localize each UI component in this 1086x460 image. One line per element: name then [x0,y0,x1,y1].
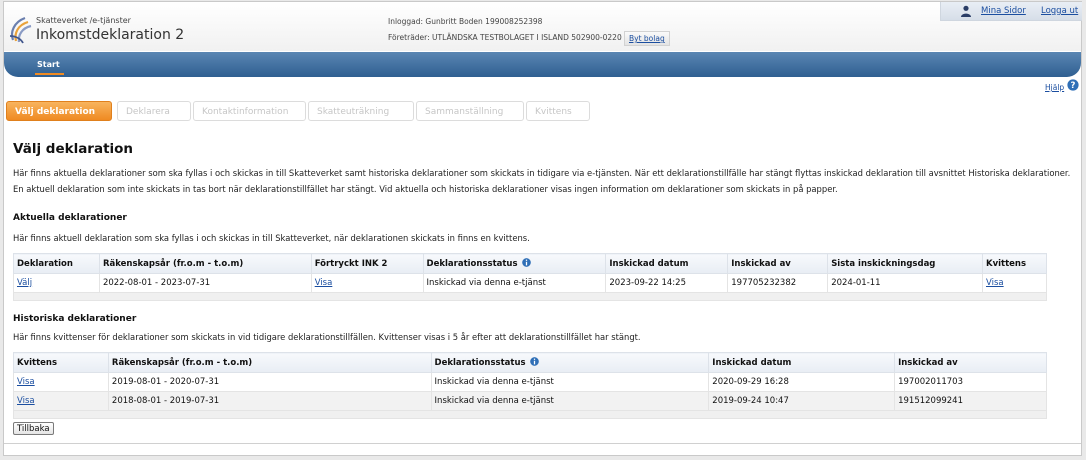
cell: Inskickad via denna e-tjänst [430,391,710,411]
header: Skatteverket /e-tjänster Inkomstdeklarat… [4,2,1082,51]
nav-tab-start[interactable]: Start [37,60,60,69]
page-frame: Skatteverket /e-tjänster Inkomstdeklarat… [3,1,1082,456]
current-section-text: Här finns aktuell deklaration som ska fy… [13,233,530,243]
select-declaration-link[interactable]: Välj [17,278,32,288]
spacer-cell [13,292,1047,301]
cell: 2019-09-24 10:47 [708,391,896,411]
step-kontaktinformation: Kontaktinformation [193,101,306,121]
cell: 197705232382 [727,273,829,293]
historical-section-text: Här finns kvittenser för deklarationer s… [13,332,641,342]
cell: 2024-01-11 [827,273,983,293]
table-spacer-row [13,410,1047,419]
col-header-label: Deklarationsstatus [426,259,518,269]
col-header: Förtryckt INK 2 [310,253,424,274]
col-header: Sista inskickningsdag [827,253,983,274]
cell: 2022-08-01 - 2023-07-31 [98,273,312,293]
col-header: Inskickad av [727,253,829,274]
intro-text: Här finns aktuella deklarationer som ska… [13,168,1071,194]
step-valj-deklaration: Välj deklaration [6,101,112,121]
cell: 197002011703 [894,372,1047,392]
cell: Inskickad via denna e-tjänst [422,273,607,293]
brand-subtitle: Skatteverket /e-tjänster [36,16,131,25]
col-header: Inskickad datum [605,253,729,274]
col-header: Räkenskapsår (fr.o.m - t.o.m) [107,352,432,373]
cell: 2023-09-22 14:25 [605,273,729,293]
app-title: Inkomstdeklaration 2 [36,27,185,43]
footer-divider [4,443,1081,444]
view-receipt-link[interactable]: Visa [17,377,35,387]
cell: 2020-09-29 16:28 [708,372,896,392]
cell: Visa [13,391,109,411]
step-kvittens: Kvittens [526,101,590,121]
table-row: Välj 2022-08-01 - 2023-07-31 Visa Inskic… [13,273,1047,293]
cell: Visa [13,372,109,392]
current-section-title: Aktuella deklarationer [13,213,127,223]
col-header-status: Deklarationsstatus [430,352,710,373]
col-header: Kvittens [13,352,109,373]
page-title: Välj deklaration [13,141,134,157]
user-menu: Mina Sidor Logga ut [940,2,1082,21]
my-pages-link[interactable]: Mina Sidor [981,6,1026,16]
skatteverket-logo-icon [9,16,32,44]
view-receipt-link[interactable]: Visa [986,278,1004,288]
table-row: Visa 2019-08-01 - 2020-07-31 Inskickad v… [13,372,1047,392]
logged-in-info: Inloggad: Gunbritt Boden 199008252398 [388,17,543,26]
historical-declarations-table: Kvittens Räkenskapsår (fr.o.m - t.o.m) D… [13,352,1047,419]
col-header: Inskickad datum [708,352,896,373]
cell: 2018-08-01 - 2019-07-31 [107,391,432,411]
table-header-row: Deklaration Räkenskapsår (fr.o.m - t.o.m… [13,253,1047,274]
table-spacer-row [13,292,1047,301]
col-header: Inskickad av [894,352,1047,373]
spacer-cell [13,410,1047,419]
info-icon[interactable] [529,357,539,366]
help-link[interactable]: Hjälp [1045,83,1064,92]
col-header: Räkenskapsår (fr.o.m - t.o.m) [98,253,312,274]
col-header-label: Deklarationsstatus [434,358,526,368]
back-button[interactable]: Tillbaka [13,422,54,435]
view-preprinted-link[interactable]: Visa [315,278,333,288]
historical-section-title: Historiska deklarationer [13,314,137,324]
view-receipt-link[interactable]: Visa [17,396,35,406]
representative-info: Företräder: UTLÄNDSKA TESTBOLAGET I ISLA… [388,33,622,42]
table-header-row: Kvittens Räkenskapsår (fr.o.m - t.o.m) D… [13,352,1047,373]
cell: Inskickad via denna e-tjänst [430,372,710,392]
current-declarations-table: Deklaration Räkenskapsår (fr.o.m - t.o.m… [13,253,1047,301]
step-deklarera: Deklarera [117,101,191,121]
help-icon[interactable]: ? [1067,79,1079,91]
col-header-status: Deklarationsstatus [422,253,607,274]
user-icon [961,5,971,17]
cell: Visa [982,273,1047,293]
table-row: Visa 2018-08-01 - 2019-07-31 Inskickad v… [13,391,1047,411]
cell: 191512099241 [894,391,1047,411]
svg-text:?: ? [1071,81,1076,91]
col-header: Kvittens [982,253,1047,274]
cell: Visa [310,273,424,293]
info-icon[interactable] [521,258,531,267]
col-header: Deklaration [13,253,100,274]
switch-company-button[interactable]: Byt bolag [624,31,670,46]
nav-active-indicator [35,73,64,75]
step-sammanstallning: Sammanställning [416,101,524,121]
cell: Välj [13,273,100,293]
logout-link[interactable]: Logga ut [1041,6,1078,16]
cell: 2019-08-01 - 2020-07-31 [107,372,432,392]
main-nav: Start [4,52,1081,77]
step-skatteutrakning: Skatteuträkning [308,101,414,121]
